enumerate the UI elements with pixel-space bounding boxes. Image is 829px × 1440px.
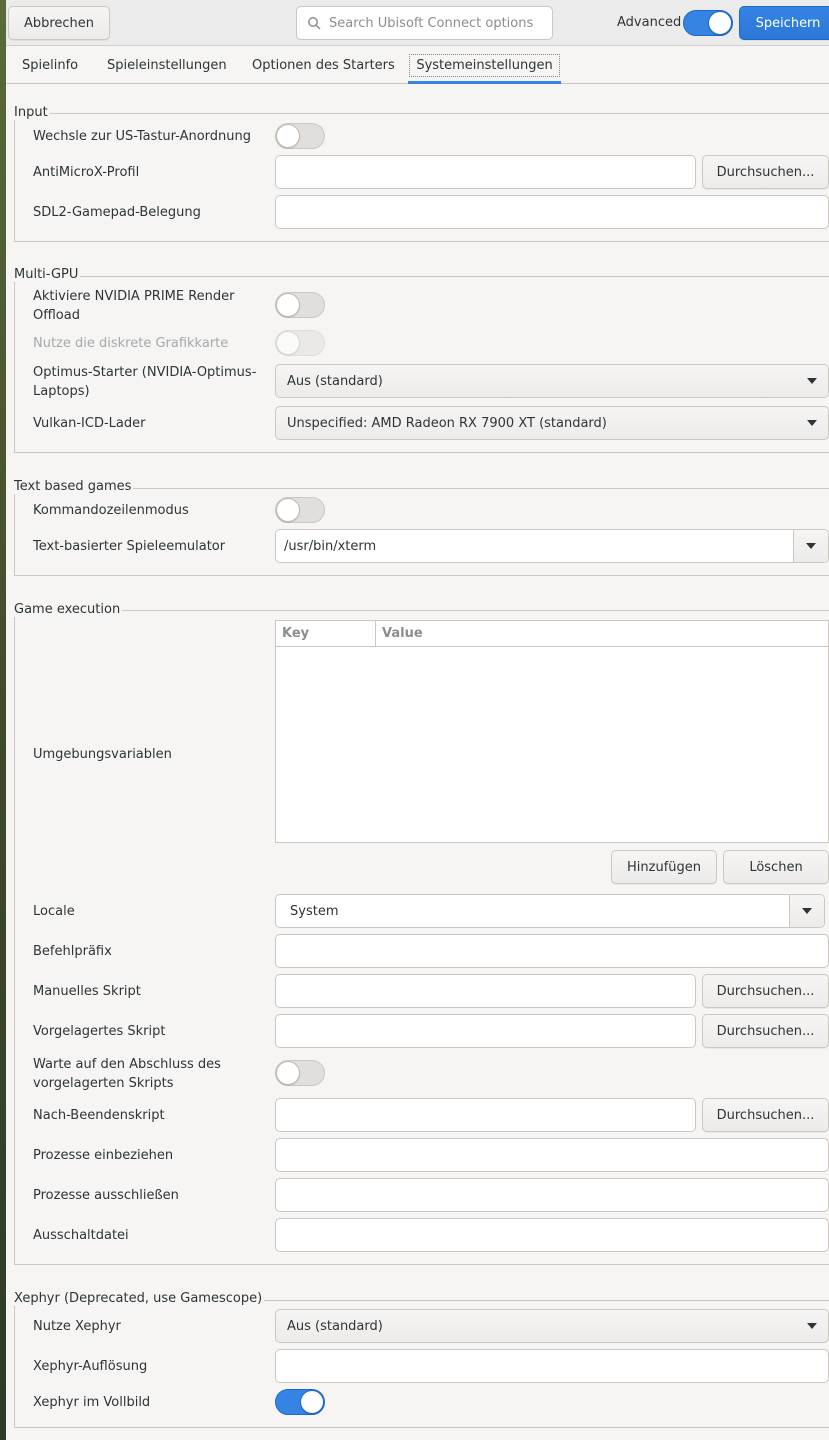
exclude-processes-label: Prozesse ausschließen xyxy=(33,1188,179,1203)
manual-script-browse-button[interactable]: Durchsuchen... xyxy=(702,974,829,1008)
include-processes-label: Prozesse einbeziehen xyxy=(33,1148,174,1163)
search-placeholder: Search Ubisoft Connect options xyxy=(329,15,534,31)
xephyr-use-label: Nutze Xephyr xyxy=(33,1319,121,1334)
pre-script-label: Vorgelagertes Skript xyxy=(33,1024,166,1039)
search-input[interactable]: Search Ubisoft Connect options xyxy=(296,6,553,40)
discrete-gpu-label: Nutze die diskrete Grafikkarte xyxy=(33,336,229,351)
tab-optionen-des-starters[interactable]: Optionen des Starters xyxy=(244,46,403,84)
vulkan-label: Vulkan-ICD-Lader xyxy=(33,416,146,431)
optimus-dropdown[interactable]: Aus (standard) xyxy=(275,364,829,398)
optimus-label: Optimus-Starter (NVIDIA-Optimus-Laptops) xyxy=(33,365,257,399)
antimicrox-field[interactable] xyxy=(275,155,696,189)
xephyr-fullscreen-toggle[interactable] xyxy=(275,1389,325,1415)
pre-script-field[interactable] xyxy=(275,1014,696,1048)
pre-script-browse-button[interactable]: Durchsuchen... xyxy=(702,1014,829,1048)
column-header-key[interactable]: Key xyxy=(276,621,376,646)
sdl2-field[interactable] xyxy=(275,195,829,229)
prefix-field[interactable] xyxy=(275,934,829,968)
post-script-browse-button[interactable]: Durchsuchen... xyxy=(702,1098,829,1132)
us-layout-toggle[interactable] xyxy=(275,123,325,149)
wait-pre-script-label: Warte auf den Abschluss des vorgelagerte… xyxy=(33,1057,221,1091)
us-layout-label: Wechsle zur US-Tastur-Anordnung xyxy=(33,129,252,144)
advanced-label: Advanced xyxy=(617,15,682,30)
prefix-label: Befehlpräfix xyxy=(33,944,112,959)
tab-spielinfo[interactable]: Spielinfo xyxy=(14,46,86,84)
kill-file-label: Ausschaltdatei xyxy=(33,1228,129,1243)
manual-script-label: Manuelles Skript xyxy=(33,984,141,999)
section-title-xephyr: Xephyr (Deprecated, use Gamescope) xyxy=(14,1291,265,1306)
section-title-input: Input xyxy=(14,105,50,120)
tab-bar: Spielinfo Spieleinstellungen Optionen de… xyxy=(6,46,829,84)
cli-mode-label: Kommandozeilenmodus xyxy=(33,503,189,518)
xephyr-fullscreen-label: Xephyr im Vollbild xyxy=(33,1395,151,1410)
locale-label: Locale xyxy=(33,904,75,919)
xephyr-resolution-field[interactable] xyxy=(275,1349,829,1383)
delete-env-button[interactable]: Löschen xyxy=(723,850,829,884)
section-title-text-games: Text based games xyxy=(14,479,134,494)
locale-combo[interactable]: System xyxy=(275,894,825,928)
env-vars-label: Umgebungsvariablen xyxy=(33,747,172,762)
section-title-multigpu: Multi-GPU xyxy=(14,267,81,282)
cli-mode-toggle[interactable] xyxy=(275,497,325,523)
discrete-gpu-toggle[interactable] xyxy=(275,330,325,356)
post-script-field[interactable] xyxy=(275,1098,696,1132)
wait-pre-script-toggle[interactable] xyxy=(275,1060,325,1086)
background-edge xyxy=(0,0,6,1440)
xephyr-use-dropdown[interactable]: Aus (standard) xyxy=(275,1309,829,1343)
emulator-combo[interactable]: /usr/bin/xterm xyxy=(275,529,829,563)
kill-file-field[interactable] xyxy=(275,1218,829,1252)
antimicrox-browse-button[interactable]: Durchsuchen... xyxy=(702,155,829,189)
chevron-down-icon xyxy=(807,1323,817,1329)
exclude-processes-field[interactable] xyxy=(275,1178,829,1212)
include-processes-field[interactable] xyxy=(275,1138,829,1172)
vulkan-dropdown[interactable]: Unspecified: AMD Radeon RX 7900 XT (stan… xyxy=(275,406,829,440)
env-vars-table[interactable]: Key Value xyxy=(275,620,829,843)
chevron-down-icon xyxy=(807,420,817,426)
prime-toggle[interactable] xyxy=(275,292,325,318)
emulator-label: Text-basierter Spieleemulator xyxy=(33,539,226,554)
manual-script-field[interactable] xyxy=(275,974,696,1008)
search-icon xyxy=(308,17,321,30)
chevron-down-icon[interactable] xyxy=(793,530,828,562)
save-button[interactable]: Speichern xyxy=(739,6,829,40)
column-header-value[interactable]: Value xyxy=(376,621,423,646)
section-title-game-execution: Game execution xyxy=(14,602,123,617)
tab-systemeinstellungen[interactable]: Systemeinstellungen xyxy=(408,46,561,84)
add-env-button[interactable]: Hinzufügen xyxy=(611,850,717,884)
tab-spieleinstellungen[interactable]: Spieleinstellungen xyxy=(99,46,235,84)
chevron-down-icon xyxy=(807,378,817,384)
xephyr-resolution-label: Xephyr-Auflösung xyxy=(33,1359,148,1374)
antimicrox-label: AntiMicroX-Profil xyxy=(33,165,140,180)
prime-label: Aktiviere NVIDIA PRIME Render Offload xyxy=(33,289,235,323)
chevron-down-icon[interactable] xyxy=(789,895,824,927)
advanced-toggle[interactable] xyxy=(683,10,733,36)
post-script-label: Nach-Beendenskript xyxy=(33,1108,165,1123)
cancel-button[interactable]: Abbrechen xyxy=(8,6,110,40)
sdl2-label: SDL2-Gamepad-Belegung xyxy=(33,205,201,220)
